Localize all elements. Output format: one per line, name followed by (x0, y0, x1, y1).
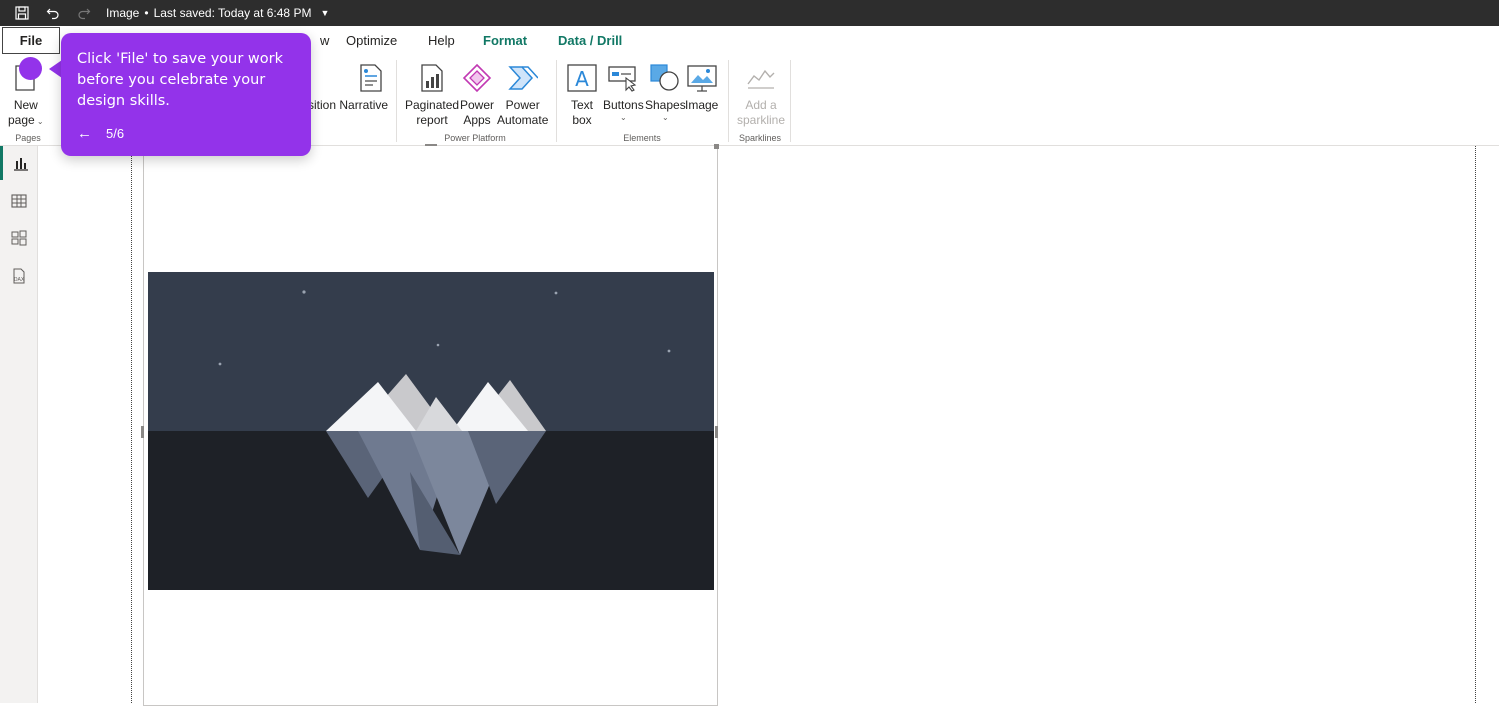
report-canvas[interactable] (38, 144, 1499, 706)
power-apps-label-1: Power (460, 98, 495, 112)
buttons-button[interactable]: Buttons ⌄ (603, 62, 644, 123)
walkthrough-tooltip: Click 'File' to save your work before yo… (61, 33, 311, 156)
power-automate-label-2: Automate (497, 113, 549, 127)
resize-handle-left[interactable] (141, 426, 144, 438)
table-view-icon[interactable] (0, 184, 38, 218)
undo-icon[interactable] (44, 4, 62, 22)
report-view-icon[interactable] (0, 146, 38, 180)
power-automate-icon (507, 62, 539, 94)
step-counter: 5/6 (106, 126, 125, 141)
power-apps-icon (461, 62, 493, 94)
shapes-icon (649, 62, 681, 94)
text-box-label-1: Text (570, 98, 593, 112)
model-view-icon[interactable] (0, 221, 38, 255)
tab-format[interactable]: Format (470, 26, 540, 56)
document-name: Image (106, 6, 140, 20)
power-platform-group-label: Power Platform (444, 133, 506, 143)
buttons-icon (607, 62, 639, 94)
tooltip-beacon[interactable] (19, 57, 42, 80)
save-icon[interactable] (13, 4, 31, 22)
redo-icon (75, 4, 93, 22)
sparklines-group-label: Sparklines (738, 133, 782, 143)
last-saved-status: Last saved: Today at 6:48 PM (153, 6, 312, 20)
ribbon-separator (556, 60, 557, 142)
new-page-label-1: New (13, 98, 38, 112)
resize-handle-right[interactable] (715, 426, 718, 438)
paginated-report-icon (416, 62, 448, 94)
new-page-label-2: page (8, 113, 35, 127)
page-boundary-left (131, 146, 132, 703)
tab-optimize[interactable]: Optimize (333, 26, 410, 56)
iceberg-image[interactable] (148, 272, 714, 590)
resize-handle-top[interactable] (425, 144, 437, 146)
pages-group-label: Pages (15, 133, 41, 143)
new-page-label-row: page ⌄ (8, 113, 44, 128)
document-title[interactable]: Image • Last saved: Today at 6:48 PM ▼ (106, 6, 329, 20)
sparkline-label-1: Add a (745, 98, 777, 112)
image-icon (686, 62, 718, 94)
text-box-button[interactable]: A Text box (566, 62, 598, 128)
caret-down-icon[interactable]: ▼ (320, 8, 329, 18)
power-automate-label-1: Power (505, 98, 540, 112)
title-separator: • (144, 6, 149, 20)
narrative-icon (355, 62, 387, 94)
tooltip-text: Click 'File' to save your work before yo… (77, 51, 284, 109)
tab-help[interactable]: Help (415, 26, 468, 56)
svg-text:A: A (575, 67, 589, 91)
paginated-report-label-1: Paginated (405, 98, 460, 112)
ribbon-separator (790, 60, 791, 142)
resize-handle-corner[interactable] (714, 144, 719, 149)
text-box-icon: A (566, 62, 598, 94)
power-apps-button[interactable]: Power Apps (460, 62, 494, 128)
buttons-label: Buttons (603, 98, 644, 112)
narrative-label: sition Narrative (308, 98, 389, 112)
ribbon-separator (396, 60, 397, 142)
left-nav: DAX (0, 146, 38, 703)
sparkline-label-2: sparkline (737, 113, 786, 127)
tooltip-footer: ← 5/6 (77, 125, 124, 142)
shapes-button[interactable]: Shapes ⌄ (645, 62, 686, 123)
narrative-button[interactable]: sition Narrative (308, 62, 388, 113)
shapes-label: Shapes (645, 98, 686, 112)
chevron-down-icon: ⌄ (34, 117, 44, 126)
dax-query-icon[interactable]: DAX (0, 259, 38, 293)
sparkline-icon (745, 62, 777, 94)
paginated-report-label-2: report (416, 113, 448, 127)
ribbon-separator (728, 60, 729, 142)
title-bar: Image • Last saved: Today at 6:48 PM ▼ (0, 0, 1499, 26)
paginated-report-button[interactable]: Paginated report (405, 62, 459, 128)
svg-text:DAX: DAX (14, 277, 25, 283)
power-automate-button[interactable]: Power Automate (497, 62, 548, 128)
tab-file[interactable]: File (2, 27, 60, 54)
chevron-down-icon: ⌄ (662, 113, 669, 122)
page-boundary-right (1475, 146, 1476, 703)
text-box-label-2: box (572, 113, 592, 127)
image-button[interactable]: Image (685, 62, 718, 113)
add-sparkline-button[interactable]: Add a sparkline (737, 62, 785, 128)
elements-group-label: Elements (623, 133, 661, 143)
tab-data-drill[interactable]: Data / Drill (545, 26, 635, 56)
back-arrow-icon[interactable]: ← (77, 125, 92, 142)
power-apps-label-2: Apps (463, 113, 491, 127)
chevron-down-icon: ⌄ (620, 113, 627, 122)
image-label: Image (685, 98, 719, 112)
